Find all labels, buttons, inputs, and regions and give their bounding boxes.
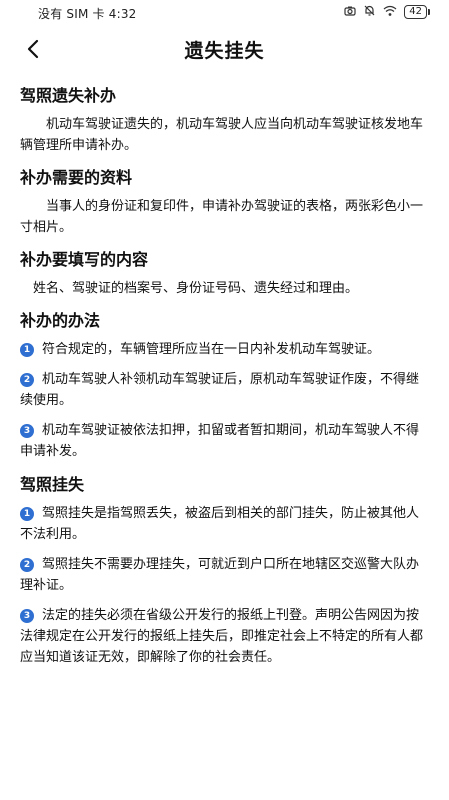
section-paragraph: 姓名、驾驶证的档案号、身份证号码、遗失经过和理由。	[33, 281, 359, 296]
number-badge: 1	[20, 343, 34, 357]
section-heading: 驾照遗失补办	[20, 86, 117, 105]
section-reissue-method: 补办的办法 1 符合规定的，车辆管理所应当在一日内补发机动车驾驶证。 2 机动车驾驶…	[20, 307, 431, 462]
section-paragraph: 当事人的身份证和复印件，申请补办驾驶证的表格，两张彩色小一寸相片。	[20, 199, 424, 235]
list-item-text: 机动车驾驶人补领机动车驾驶证后，原机动车驾驶证作废，不得继续使用。	[20, 372, 420, 408]
status-icons: 42	[344, 4, 430, 20]
number-badge: 2	[20, 558, 34, 572]
section-heading: 补办的办法	[20, 311, 101, 330]
list-item: 3 法定的挂失必须在省级公开发行的报纸上刊登。声明公告网因为按法律规定在公开发行的…	[20, 605, 431, 668]
number-badge: 3	[20, 424, 34, 438]
list-item: 3 机动车驾驶证被依法扣押，扣留或者暂扣期间，机动车驾驶人不得申请补发。	[20, 420, 431, 462]
page-title: 遗失挂失	[184, 40, 265, 62]
list-item-text: 机动车驾驶证被依法扣押，扣留或者暂扣期间，机动车驾驶人不得申请补发。	[20, 423, 420, 459]
list-item-text: 驾照挂失是指驾照丢失，被盗后到相关的部门挂失，防止被其他人不法利用。	[20, 506, 420, 542]
app-header: 遗失挂失	[0, 26, 449, 72]
status-carrier-time: 没有 SIM 卡 4:32	[38, 7, 137, 21]
section-heading: 补办需要的资料	[20, 168, 133, 187]
section-heading: 驾照挂失	[20, 475, 85, 494]
section-paragraph: 机动车驾驶证遗失的，机动车驾驶人应当向机动车驾驶证核发地车辆管理所申请补办。	[20, 117, 424, 153]
battery-indicator: 42	[404, 5, 430, 19]
list-item: 1 驾照挂失是指驾照丢失，被盗后到相关的部门挂失，防止被其他人不法利用。	[20, 503, 431, 545]
article-content: 驾照遗失补办 机动车驾驶证遗失的，机动车驾驶人应当向机动车驾驶证核发地车辆管理所…	[20, 82, 431, 677]
list-item: 2 驾照挂失不需要办理挂失，可就近到户口所在地辖区交巡警大队办理补证。	[20, 554, 431, 596]
list-item: 1 符合规定的，车辆管理所应当在一日内补发机动车驾驶证。	[20, 339, 431, 360]
camera-icon	[344, 5, 356, 20]
section-heading: 补办要填写的内容	[20, 250, 149, 269]
section-license-report-loss: 驾照挂失 1 驾照挂失是指驾照丢失，被盗后到相关的部门挂失，防止被其他人不法利用。…	[20, 471, 431, 668]
section-required-materials: 补办需要的资料 当事人的身份证和复印件，申请补办驾驶证的表格，两张彩色小一寸相片…	[20, 164, 431, 238]
status-bar: 没有 SIM 卡 4:32 42	[0, 0, 449, 26]
section-lost-license-reissue: 驾照遗失补办 机动车驾驶证遗失的，机动车驾驶人应当向机动车驾驶证核发地车辆管理所…	[20, 82, 431, 156]
number-badge: 1	[20, 507, 34, 521]
list-item: 2 机动车驾驶人补领机动车驾驶证后，原机动车驾驶证作废，不得继续使用。	[20, 369, 431, 411]
number-badge: 2	[20, 373, 34, 387]
number-badge: 3	[20, 609, 34, 623]
wifi-icon	[383, 5, 397, 20]
list-item-text: 符合规定的，车辆管理所应当在一日内补发机动车驾驶证。	[42, 342, 381, 357]
section-fill-in-content: 补办要填写的内容 姓名、驾驶证的档案号、身份证号码、遗失经过和理由。	[20, 246, 431, 299]
list-item-text: 驾照挂失不需要办理挂失，可就近到户口所在地辖区交巡警大队办理补证。	[20, 557, 420, 593]
list-item-text: 法定的挂失必须在省级公开发行的报纸上刊登。声明公告网因为按法律规定在公开发行的报…	[20, 608, 424, 665]
bell-off-icon	[363, 4, 376, 20]
